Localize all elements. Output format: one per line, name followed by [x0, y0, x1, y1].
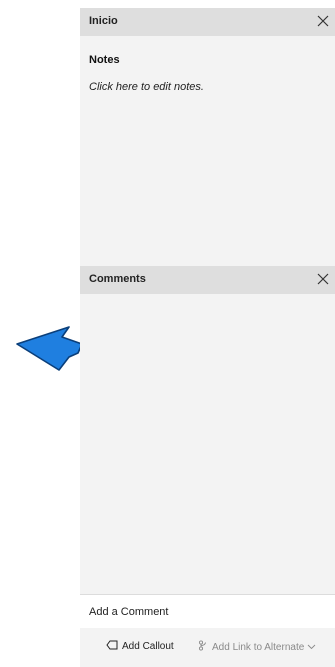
add-comment-input[interactable]: Add a Comment [80, 594, 335, 628]
add-callout-button[interactable]: Add Callout [106, 640, 174, 653]
comments-header-title: Comments [89, 273, 146, 285]
close-icon [317, 273, 329, 285]
callout-icon [106, 640, 118, 653]
notes-section-title: Notes [89, 54, 120, 66]
comments-header: Comments [80, 266, 335, 294]
notes-header-title: Inicio [89, 15, 118, 27]
side-panel: Inicio Notes Click here to edit notes. C… [80, 8, 335, 667]
comments-list [80, 295, 335, 595]
screen: Inicio Notes Click here to edit notes. C… [0, 0, 335, 667]
add-callout-label: Add Callout [122, 641, 174, 652]
comments-close-button[interactable] [313, 269, 333, 289]
arrow-pointer-icon [16, 326, 84, 372]
notes-header: Inicio [80, 8, 335, 36]
close-icon [317, 15, 329, 27]
add-comment-placeholder: Add a Comment [89, 606, 169, 618]
link-branch-icon [198, 640, 208, 654]
add-link-label: Add Link to Alternate [212, 641, 305, 653]
notes-close-button[interactable] [313, 11, 333, 31]
comments-footer: Add Callout Add Link to Alternate [80, 628, 335, 667]
notes-edit-area[interactable]: Click here to edit notes. [89, 81, 204, 93]
chevron-down-icon[interactable] [307, 642, 316, 653]
add-link-button[interactable]: Add Link to Alternate [198, 640, 316, 654]
